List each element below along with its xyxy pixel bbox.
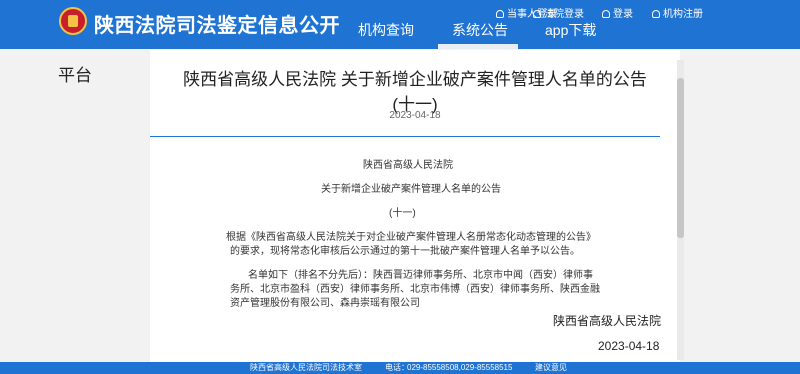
- title-divider: [150, 136, 660, 137]
- user-icon: [533, 10, 541, 18]
- body-paragraph-line: 根据《陕西省高级人民法院关于对企业破产案件管理人名册常态化动态管理的公告》: [226, 232, 596, 243]
- signature-court: 陕西省高级人民法院: [553, 314, 662, 328]
- body-paragraph-line: 名单如下（排名不分先后）：陕西晋迈律师事务所、北京市中闻（西安）律师事: [248, 270, 593, 281]
- user-icon: [496, 10, 504, 18]
- signature-date: 2023-04-18: [598, 339, 660, 353]
- footer-feedback-link[interactable]: 建议意见: [535, 362, 567, 374]
- body-paragraph-line: 的要求，现将常态化审核后公示通过的第十一批破产案件管理人名单予以公告。: [230, 246, 580, 257]
- announcement-scrollbar[interactable]: [677, 60, 684, 360]
- active-nav-indicator: [438, 44, 518, 49]
- partial-background-text: 平台: [58, 66, 92, 85]
- announcement-date: 2023-04-18: [389, 110, 441, 121]
- nav-org-search[interactable]: 机构查询: [358, 20, 414, 40]
- announcement-title: 陕西省高级人民法院 关于新增企业破产案件管理人名单的公告: [183, 70, 647, 89]
- user-icon: [602, 10, 610, 18]
- nav-app-download[interactable]: app下载: [545, 20, 596, 40]
- scrollbar-thumb[interactable]: [677, 78, 684, 238]
- login-link[interactable]: 登录: [602, 4, 633, 22]
- site-footer: 陕西省高级人民法院司法技术室 电话： 029-85558508,029-8555…: [0, 362, 800, 374]
- footer-org: 陕西省高级人民法院司法技术室: [250, 363, 362, 372]
- body-heading-number: (十一): [389, 208, 416, 219]
- org-register-link[interactable]: 机构注册: [652, 4, 703, 22]
- footer-phone-label: 电话：: [385, 363, 409, 372]
- footer-phone: 029-85558508,029-85558515: [407, 363, 513, 372]
- court-emblem-icon: [59, 7, 87, 35]
- site-title: 陕西法院司法鉴定信息公开: [94, 15, 340, 37]
- site-header: 陕西法院司法鉴定信息公开 当事人登录 法院登录 登录 机构注册 机构查询 系统公…: [0, 0, 800, 49]
- body-heading-title: 关于新增企业破产案件管理人名单的公告: [321, 184, 501, 195]
- body-paragraph-line: 资产管理股份有限公司、森冉崇瑶有限公司: [230, 298, 420, 309]
- body-heading-court: 陕西省高级人民法院: [363, 160, 453, 171]
- user-icon: [652, 10, 660, 18]
- body-paragraph-line: 务所、北京市盈科（西安）律师事务所、北京市伟博（西安）律师事务所、陕西金融: [230, 284, 600, 295]
- nav-system-announcement[interactable]: 系统公告: [452, 20, 508, 40]
